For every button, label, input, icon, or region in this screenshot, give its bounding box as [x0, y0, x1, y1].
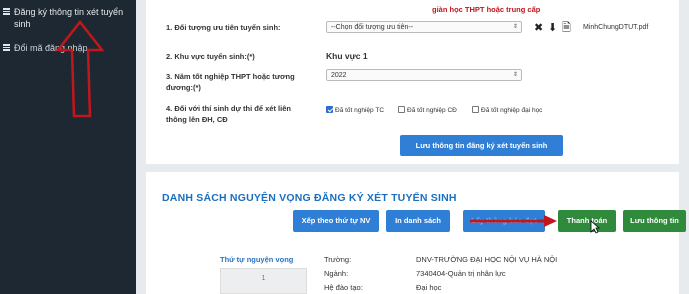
school-key: Trường:	[324, 255, 352, 264]
payment-button[interactable]: Thanh toán	[558, 210, 616, 232]
option-label: Đã tốt nghiệp CĐ	[407, 107, 457, 114]
option-label: Đã tốt nghiệp đại học	[481, 107, 543, 114]
checkbox-checked[interactable]	[326, 106, 333, 113]
priority-select[interactable]: --Chọn đối tượng ưu tiên-- ⇕	[326, 21, 522, 33]
training-type-value: Đại học	[416, 283, 442, 292]
graduation-year-label-line1: 3. Năm tốt nghiệp THPT hoặc tương	[166, 72, 295, 81]
major-key: Ngành:	[324, 269, 349, 278]
list-icon	[3, 8, 10, 15]
graduation-year-label-line2: đương:(*)	[166, 83, 201, 92]
region-value: Khu vực 1	[326, 51, 368, 61]
mouse-cursor-icon	[590, 220, 600, 234]
graduation-year-value: 2022	[331, 72, 347, 79]
save-registration-button[interactable]: Lưu thông tin đăng ký xét tuyển sinh	[400, 135, 563, 156]
sidebar-item-label: Đăng ký thông tin xét tuyển sinh	[14, 7, 124, 29]
option-graduated-tc[interactable]: Đã tốt nghiệp TC	[326, 106, 384, 115]
transfer-label-line2: thông lên ĐH, CĐ	[166, 115, 228, 124]
graduation-year-label: 3. Năm tốt nghiệp THPT hoặc tương đương:…	[166, 71, 295, 93]
order-label: Thứ tự nguyện vọng	[220, 255, 294, 264]
transfer-label-line1: 4. Đối với thí sinh dự thi để xét liên	[166, 104, 291, 113]
graduation-year-select[interactable]: 2022 ⇕	[326, 69, 522, 81]
sidebar-item-label: Đổi mã đăng nhập	[14, 43, 88, 53]
select-caret-icon: ⇕	[512, 24, 518, 30]
select-caret-icon: ⇕	[512, 72, 518, 78]
sidebar-item-register-info[interactable]: Đăng ký thông tin xét tuyển sinh	[0, 6, 136, 32]
delete-icon[interactable]: ✖	[534, 22, 543, 34]
main-content: giàn học THPT hoặc trung cấp 1. Đối tượn…	[136, 0, 689, 294]
print-list-button[interactable]: In danh sách	[386, 210, 450, 232]
annotation-note: giàn học THPT hoặc trung cấp	[432, 5, 541, 14]
save-info-button[interactable]: Lưu thông tin	[623, 210, 686, 232]
sort-order-button[interactable]: Xếp theo thứ tự NV	[293, 210, 379, 232]
option-graduated-cd[interactable]: Đã tốt nghiệp CĐ	[398, 106, 457, 115]
priority-label: 1. Đối tượng ưu tiên tuyển sinh:	[166, 23, 281, 32]
proof-file-link[interactable]: MinhChungDTUT.pdf	[583, 24, 648, 31]
option-label: Đã tốt nghiệp TC	[335, 107, 385, 114]
registration-form-card: giàn học THPT hoặc trung cấp 1. Đối tượn…	[146, 0, 679, 164]
training-type-key: Hệ đào tạo:	[324, 283, 363, 292]
checkbox-unchecked[interactable]	[472, 106, 479, 113]
priority-select-value: --Chọn đối tượng ưu tiên--	[331, 24, 414, 31]
wishlist-title: DANH SÁCH NGUYỆN VỌNG ĐĂNG KÝ XÉT TUYỂN …	[162, 192, 457, 204]
list-icon	[3, 44, 10, 51]
transfer-label: 4. Đối với thí sinh dự thi để xét liên t…	[166, 103, 291, 125]
wishlist-card: DANH SÁCH NGUYỆN VỌNG ĐĂNG KÝ XÉT TUYỂN …	[146, 172, 686, 294]
order-input[interactable]: 1	[220, 268, 307, 294]
screenshot-frame: Đăng ký thông tin xét tuyển sinh Đổi mã …	[0, 0, 689, 294]
major-value: 7340404-Quản trị nhân lực	[416, 269, 506, 278]
annotation-arrow-right	[470, 215, 557, 227]
region-label: 2. Khu vực tuyển sinh:(*)	[166, 52, 255, 61]
option-graduated-university[interactable]: Đã tốt nghiệp đại học	[472, 106, 542, 115]
download-icon[interactable]: ⬇	[548, 22, 557, 34]
checkbox-unchecked[interactable]	[398, 106, 405, 113]
sidebar-item-change-password[interactable]: Đổi mã đăng nhập	[0, 42, 136, 56]
sidebar: Đăng ký thông tin xét tuyển sinh Đổi mã …	[0, 0, 136, 294]
school-value: DNV-TRƯỜNG ĐẠI HỌC NỘI VỤ HÀ NỘI	[416, 255, 558, 264]
document-icon[interactable]: 🗎	[562, 22, 571, 34]
